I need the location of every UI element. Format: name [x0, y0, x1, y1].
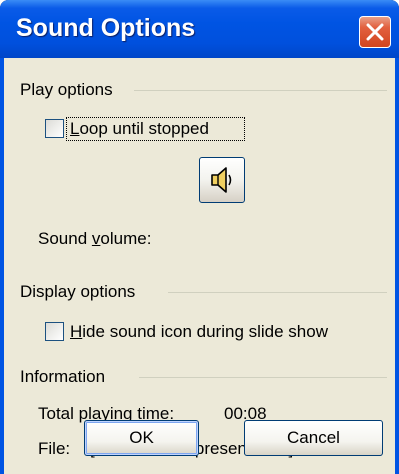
- title-bar[interactable]: Sound Options: [0, 0, 399, 58]
- sound-volume-button[interactable]: [199, 157, 245, 203]
- close-icon: [366, 23, 384, 41]
- cancel-button[interactable]: Cancel: [244, 420, 383, 456]
- speaker-icon: [211, 167, 232, 193]
- sound-options-dialog: Sound Options Play options Loop until st…: [0, 0, 399, 474]
- sound-volume-label: Sound volume:: [38, 229, 152, 248]
- close-button[interactable]: [359, 16, 391, 48]
- group-divider: [139, 377, 387, 378]
- hide-sound-icon-checkbox[interactable]: [45, 322, 64, 341]
- display-options-group-label: Display options: [20, 282, 142, 302]
- hide-sound-icon-label[interactable]: Hide sound icon during slide show: [70, 322, 328, 342]
- ok-button[interactable]: OK: [84, 420, 199, 456]
- play-options-group-label: Play options: [20, 80, 119, 100]
- group-divider: [134, 90, 387, 91]
- dialog-body: Play options Loop until stopped Sound vo…: [4, 58, 395, 474]
- focus-indicator: [66, 117, 245, 141]
- file-label: File:: [38, 439, 71, 458]
- window-title: Sound Options: [16, 14, 196, 42]
- group-divider: [168, 292, 387, 293]
- loop-checkbox[interactable]: [45, 119, 64, 138]
- information-group-label: Information: [20, 367, 112, 387]
- window-border-right: [395, 58, 399, 474]
